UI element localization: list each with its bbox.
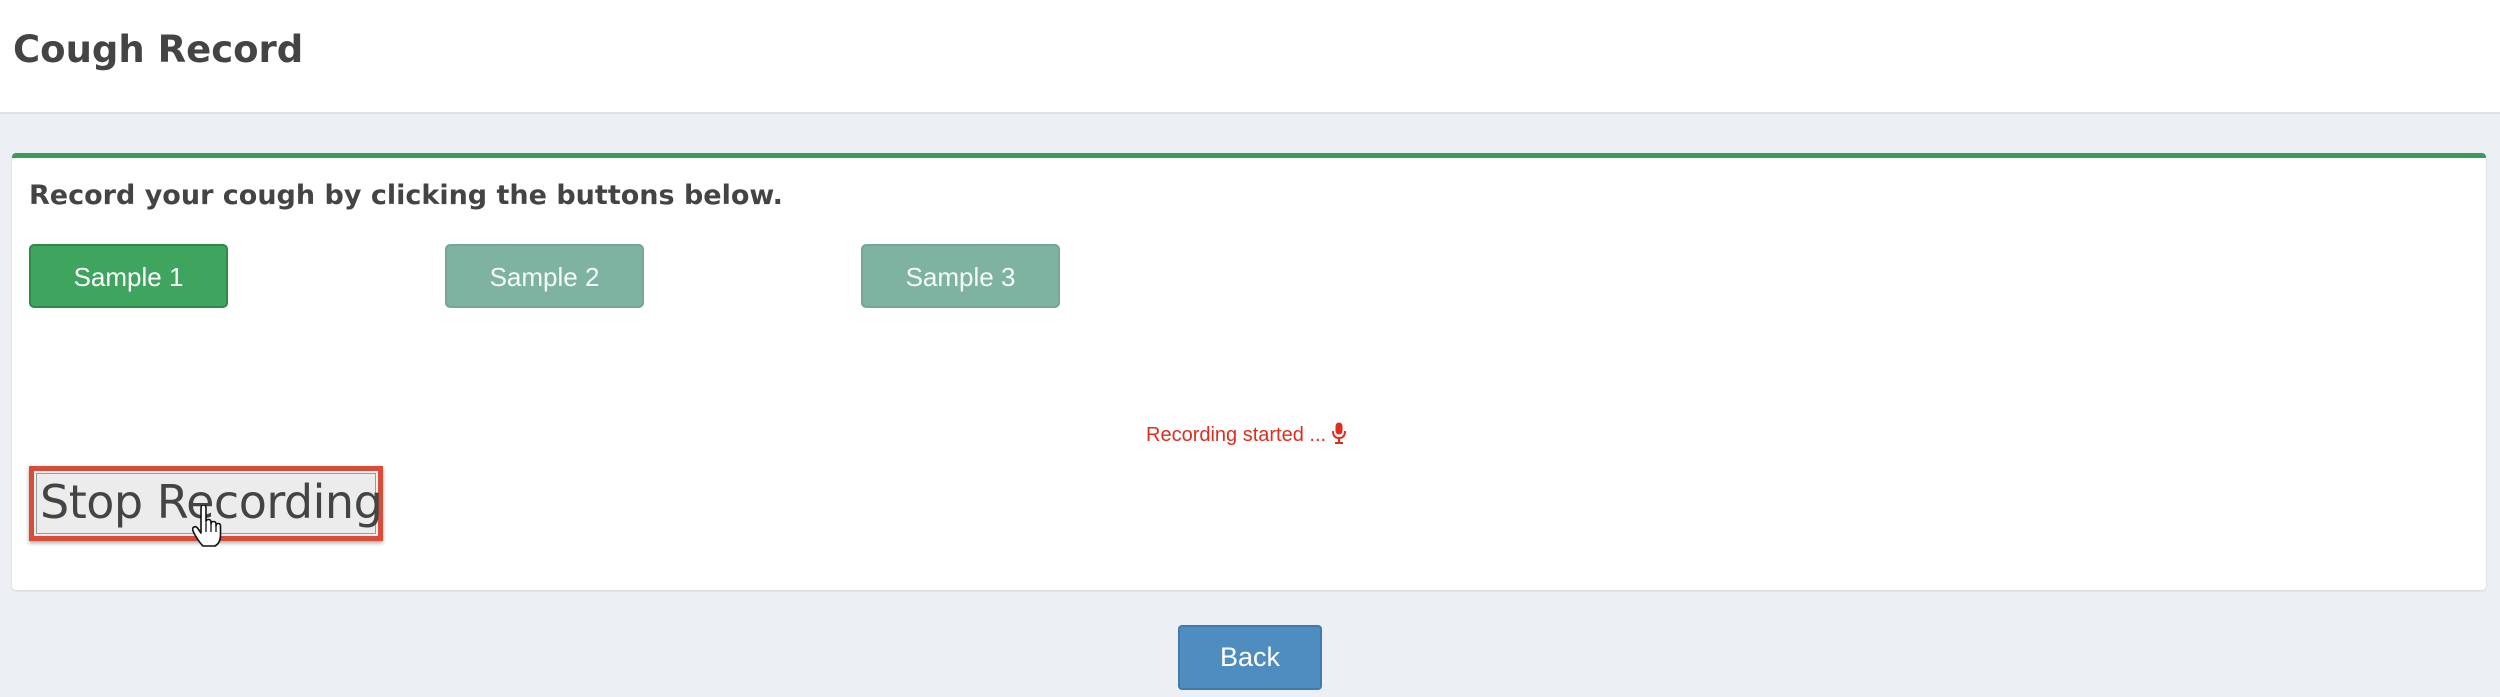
microphone-icon — [1332, 422, 1347, 453]
back-button[interactable]: Back — [1178, 625, 1322, 690]
sample-2-button[interactable]: Sample 2 — [445, 244, 644, 308]
sample-3-button[interactable]: Sample 3 — [861, 244, 1060, 308]
recorder-panel: Record your cough by clicking the button… — [12, 153, 2486, 590]
recording-status-text: Recording started ... — [1146, 424, 1327, 446]
recording-status: Recording started ... — [1146, 420, 1347, 453]
page-header: Cough Record — [0, 0, 2500, 114]
instruction-text: Record your cough by clicking the button… — [29, 180, 783, 211]
page-title: Cough Record — [13, 28, 304, 71]
sample-1-button[interactable]: Sample 1 — [29, 244, 228, 308]
hand-pointer-icon — [192, 505, 222, 547]
